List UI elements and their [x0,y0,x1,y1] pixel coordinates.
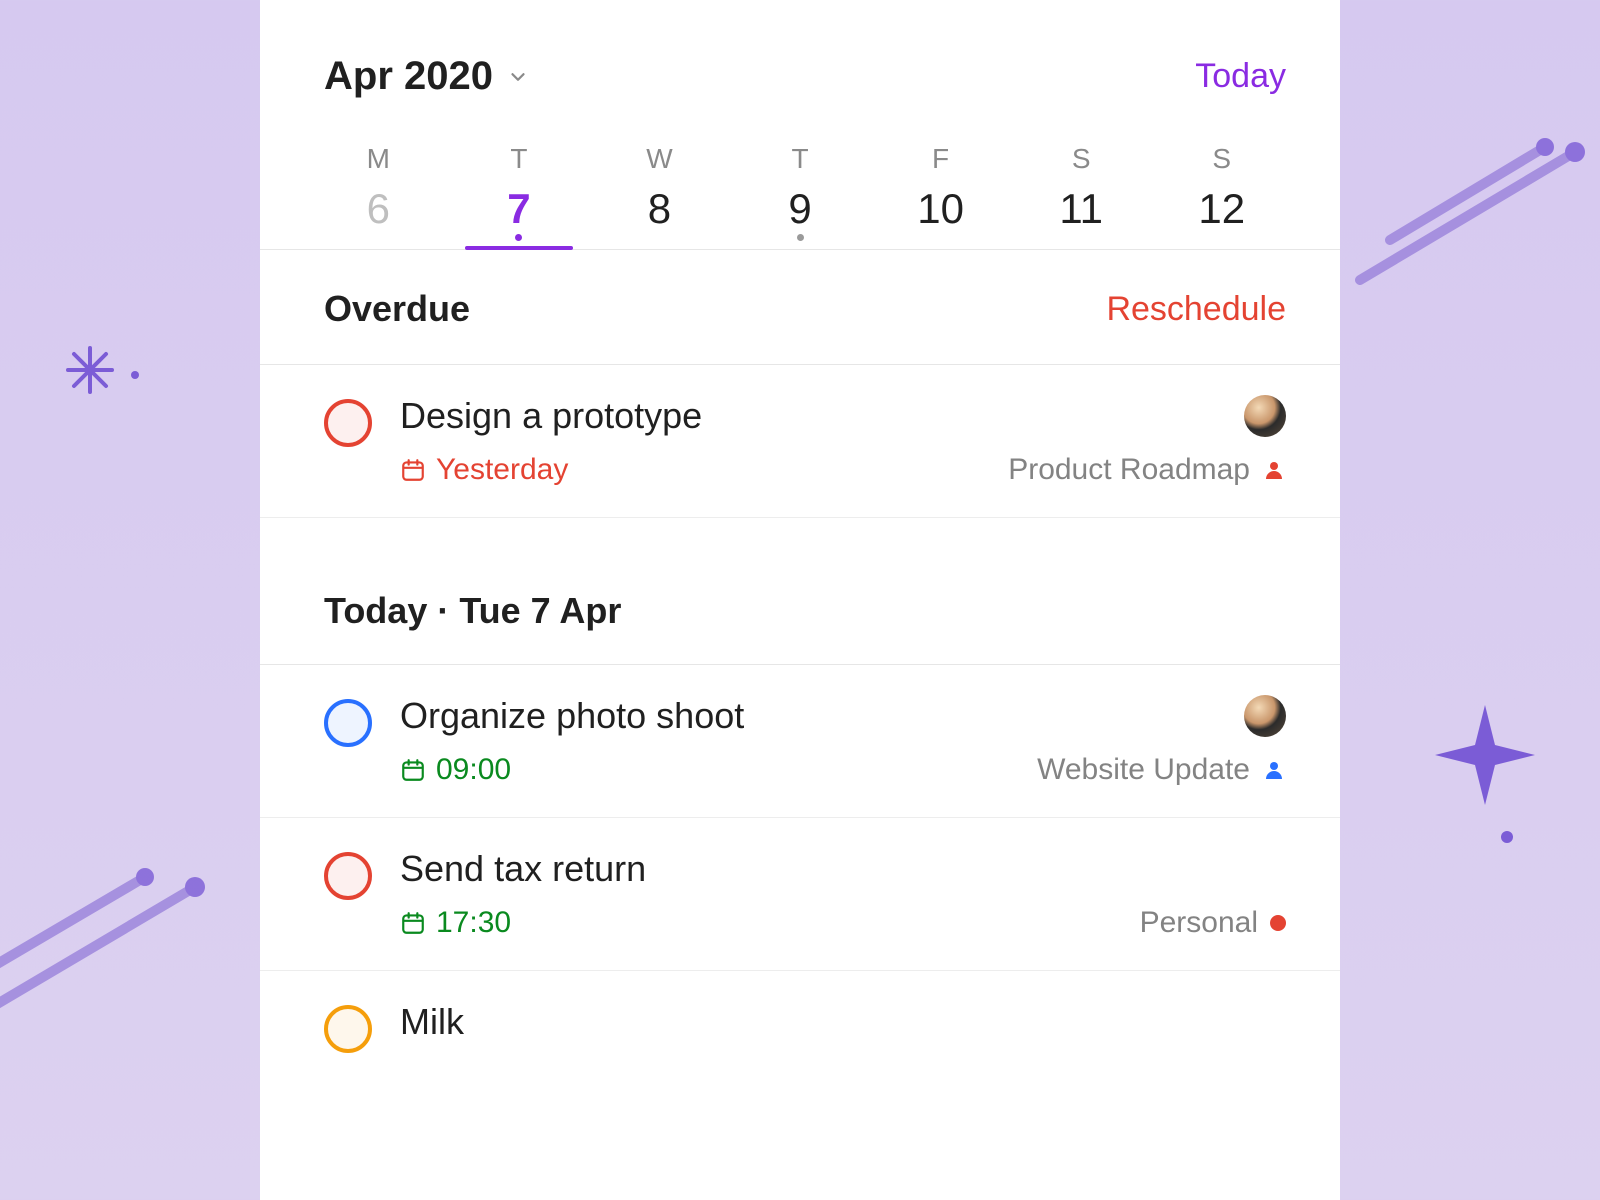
month-picker[interactable]: Apr 2020 [324,54,529,99]
day-number: 11 [1059,185,1103,233]
sparkle-icon [1430,700,1540,810]
task-body: Design a prototype Yesterday Product Roa… [400,395,1286,487]
task-due-label: 09:00 [436,753,511,787]
task-title: Design a prototype [400,395,702,437]
day-of-week: F [932,143,949,175]
day-of-week: S [1072,143,1091,175]
task-body: Milk [400,1001,1286,1043]
person-icon [1262,758,1286,782]
task-project[interactable]: Website Update [1037,753,1286,787]
calendar-header: Apr 2020 Today [260,0,1340,99]
task-title: Milk [400,1001,464,1043]
task-checkbox[interactable] [324,1005,372,1053]
day-cell[interactable]: F 10 [870,143,1011,249]
day-cell[interactable]: S 11 [1011,143,1152,249]
day-number: 8 [648,185,671,233]
section-title: Overdue [324,288,470,330]
calendar-icon [400,757,426,783]
calendar-icon [400,910,426,936]
day-of-week: T [510,143,527,175]
task-due: 17:30 [400,906,511,940]
dot-icon [130,370,140,380]
task-row[interactable]: Milk [260,971,1340,1083]
project-dot-icon [1270,915,1286,931]
month-label: Apr 2020 [324,54,493,99]
comet-icon [1350,130,1600,300]
task-row[interactable]: Send tax return 17:30 Personal [260,818,1340,971]
task-checkbox[interactable] [324,699,372,747]
project-name: Product Roadmap [1008,453,1250,487]
project-name: Personal [1140,906,1258,940]
sparkle-icon [60,340,120,400]
day-of-week: W [646,143,672,175]
day-number: 12 [1198,185,1245,233]
event-dot-icon [515,234,522,241]
task-title: Send tax return [400,848,646,890]
task-project[interactable]: Product Roadmap [1008,453,1286,487]
day-cell[interactable]: T 9 [730,143,871,249]
event-dot-icon [797,234,804,241]
assignee-avatar[interactable] [1244,395,1286,437]
task-body: Send tax return 17:30 Personal [400,848,1286,940]
day-number: 6 [367,185,390,233]
task-row[interactable]: Design a prototype Yesterday Product Roa… [260,365,1340,518]
person-icon [1262,458,1286,482]
task-due-label: Yesterday [436,453,568,487]
task-checkbox[interactable] [324,399,372,447]
day-cell[interactable]: W 8 [589,143,730,249]
calendar-icon [400,457,426,483]
task-due-label: 17:30 [436,906,511,940]
project-name: Website Update [1037,753,1250,787]
task-project[interactable]: Personal [1140,906,1286,940]
today-button[interactable]: Today [1195,57,1286,96]
task-title: Organize photo shoot [400,695,744,737]
week-strip: M 6 T 7 W 8 T 9 F 10 S 11 S 12 [260,99,1340,250]
app-screen: Apr 2020 Today M 6 T 7 W 8 T 9 F 10 [260,0,1340,1200]
day-cell[interactable]: T 7 [449,143,590,249]
day-of-week: M [367,143,390,175]
day-cell[interactable]: S 12 [1151,143,1292,249]
reschedule-button[interactable]: Reschedule [1106,290,1286,329]
comet-icon [0,860,260,1040]
today-section-header: Today · Tue 7 Apr [260,590,1340,665]
day-of-week: S [1212,143,1231,175]
task-body: Organize photo shoot 09:00 Website Updat… [400,695,1286,787]
task-checkbox[interactable] [324,852,372,900]
day-number: 7 [507,185,530,233]
section-spacer [260,518,1340,590]
chevron-down-icon [507,66,529,88]
day-of-week: T [791,143,808,175]
dot-icon [1500,830,1514,844]
overdue-section-header: Overdue Reschedule [260,250,1340,365]
day-number: 10 [917,185,964,233]
day-number: 9 [788,185,811,233]
task-due: 09:00 [400,753,511,787]
day-cell[interactable]: M 6 [308,143,449,249]
task-row[interactable]: Organize photo shoot 09:00 Website Updat… [260,665,1340,818]
task-due: Yesterday [400,453,568,487]
assignee-avatar[interactable] [1244,695,1286,737]
